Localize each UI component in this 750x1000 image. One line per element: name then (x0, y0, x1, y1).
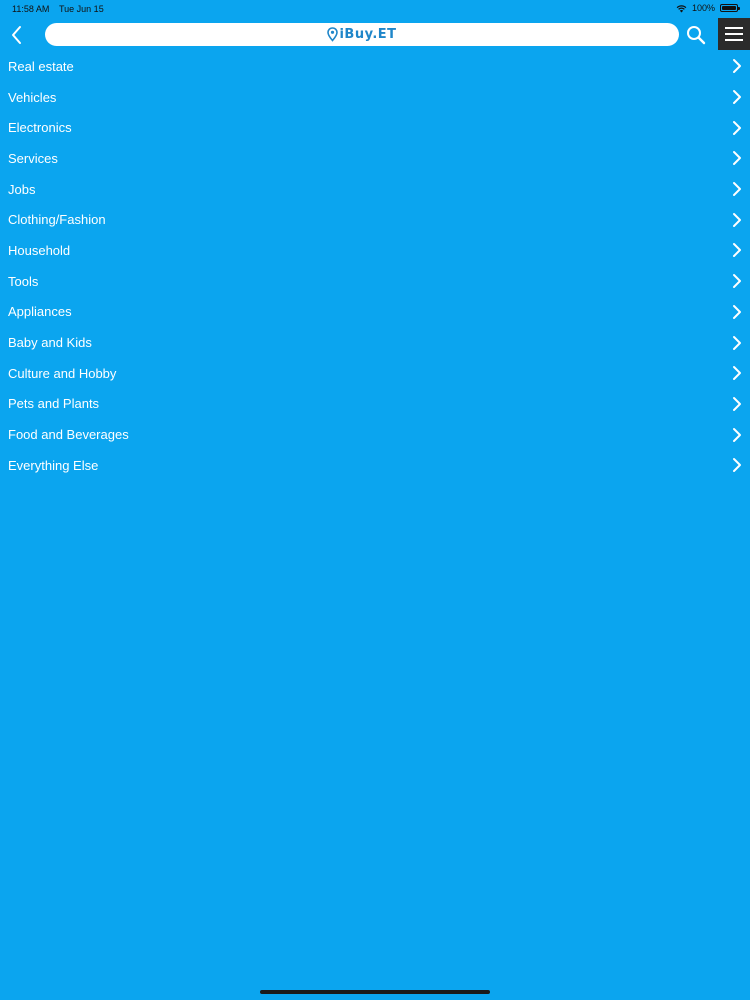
search-icon (687, 26, 706, 45)
category-item-jobs[interactable]: Jobs (0, 174, 750, 205)
category-label: Real estate (8, 58, 74, 74)
category-label: Electronics (8, 120, 72, 136)
category-item-appliances[interactable]: Appliances (0, 297, 750, 328)
logo-bar[interactable]: iBuy.ET (45, 23, 679, 46)
hamburger-menu-icon (725, 27, 743, 41)
chevron-right-icon (733, 182, 741, 197)
home-indicator[interactable] (260, 990, 490, 994)
category-label: Pets and Plants (8, 396, 100, 412)
chevron-right-icon (733, 335, 741, 350)
category-item-food-and-beverages[interactable]: Food and Beverages (0, 419, 750, 450)
category-label: Tools (8, 273, 39, 289)
category-label: Culture and Hobby (8, 365, 117, 381)
category-item-vehicles[interactable]: Vehicles (0, 82, 750, 113)
location-pin-icon (327, 27, 339, 42)
category-list: Real estate Vehicles Electronics Service… (0, 51, 750, 481)
category-label: Household (8, 242, 71, 258)
chevron-right-icon (733, 427, 741, 442)
chevron-right-icon (733, 120, 741, 135)
category-label: Baby and Kids (8, 335, 92, 351)
logo-text: iBuy.ET (339, 27, 397, 42)
chevron-left-icon (12, 26, 21, 44)
chevron-right-icon (733, 151, 741, 166)
category-item-household[interactable]: Household (0, 235, 750, 266)
category-label: Vehicles (8, 89, 57, 105)
chevron-right-icon (733, 274, 741, 289)
category-label: Clothing/Fashion (8, 212, 106, 228)
category-item-culture-and-hobby[interactable]: Culture and Hobby (0, 358, 750, 389)
category-item-everything-else[interactable]: Everything Else (0, 450, 750, 481)
menu-button[interactable] (718, 18, 750, 50)
category-label: Appliances (8, 304, 72, 320)
chevron-right-icon (733, 458, 741, 473)
category-label: Services (8, 150, 58, 166)
chevron-right-icon (733, 212, 741, 227)
battery-fill (722, 6, 736, 10)
category-item-pets-and-plants[interactable]: Pets and Plants (0, 389, 750, 420)
category-item-baby-and-kids[interactable]: Baby and Kids (0, 327, 750, 358)
category-item-services[interactable]: Services (0, 143, 750, 174)
status-time: 11:58 AM (12, 4, 50, 14)
chevron-right-icon (733, 366, 741, 381)
category-item-clothing-fashion[interactable]: Clothing/Fashion (0, 204, 750, 235)
battery-icon (720, 4, 740, 12)
chevron-right-icon (733, 304, 741, 319)
battery-percent: 100% (691, 3, 715, 13)
category-label: Everything Else (8, 457, 99, 473)
category-item-real-estate[interactable]: Real estate (0, 51, 750, 82)
chevron-right-icon (733, 59, 741, 74)
back-button[interactable] (6, 22, 28, 48)
chevron-right-icon (733, 243, 741, 258)
navigation-bar: iBuy.ET (0, 18, 750, 52)
category-label: Food and Beverages (8, 427, 129, 443)
category-item-electronics[interactable]: Electronics (0, 112, 750, 143)
chevron-right-icon (733, 396, 741, 411)
wifi-icon (676, 4, 687, 13)
search-button[interactable] (684, 24, 708, 48)
category-label: Jobs (8, 181, 36, 197)
chevron-right-icon (733, 90, 741, 105)
status-date: Tue Jun 15 (59, 4, 104, 14)
status-indicators: 100% (676, 3, 740, 13)
status-bar: 11:58 AM Tue Jun 15 100% (0, 0, 750, 18)
category-item-tools[interactable]: Tools (0, 266, 750, 297)
